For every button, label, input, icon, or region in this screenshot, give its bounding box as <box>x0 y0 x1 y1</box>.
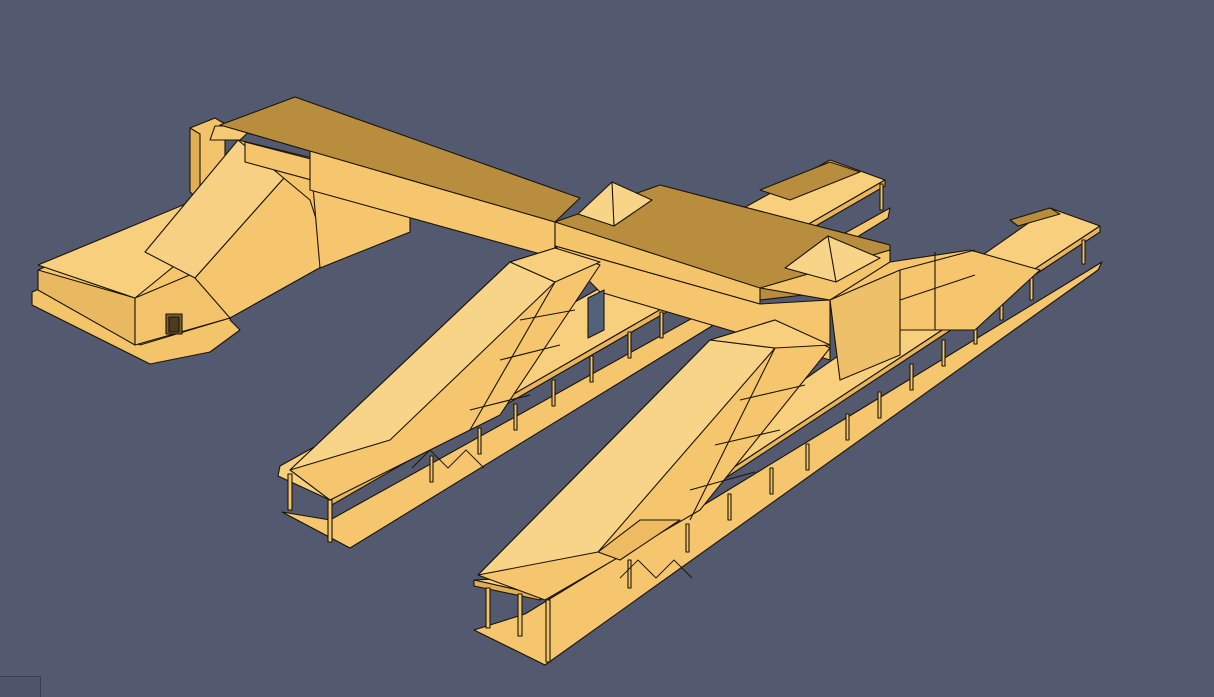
view-cube-icon[interactable] <box>0 676 41 697</box>
3d-viewport[interactable]: view-cube-icon <box>0 0 1214 697</box>
station-model <box>31 96 1103 666</box>
